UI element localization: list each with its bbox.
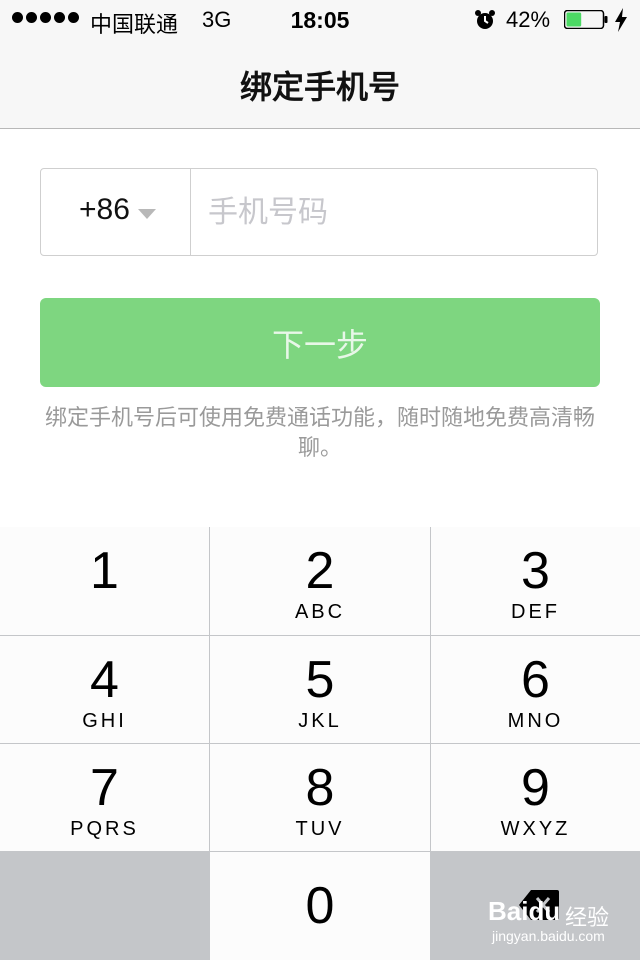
key-9[interactable]: 9 WXYZ xyxy=(431,744,640,851)
key-letters: JKL xyxy=(298,710,342,732)
key-digit: 4 xyxy=(90,651,119,709)
key-4[interactable]: 4 GHI xyxy=(0,636,209,743)
key-letters: MNO xyxy=(507,710,564,732)
phone-number-field-group: +86 xyxy=(40,168,598,256)
key-letters: PQRS xyxy=(70,818,139,840)
key-letters: TUV xyxy=(295,818,345,840)
keypad-blank-key xyxy=(0,852,209,960)
dropdown-arrow-icon xyxy=(138,209,156,219)
key-digit: 2 xyxy=(305,542,335,600)
key-5[interactable]: 5 JKL xyxy=(210,636,430,743)
page-title: 绑定手机号 xyxy=(239,68,400,106)
key-6[interactable]: 6 MNO xyxy=(431,636,640,743)
binding-hint-text: 绑定手机号后可使用免费通话功能，随时随地免费高清畅聊。 xyxy=(44,406,595,461)
country-code-selector[interactable]: +86 xyxy=(41,169,191,255)
key-digit: 1 xyxy=(90,542,119,600)
key-2[interactable]: 2 ABC xyxy=(210,527,430,635)
key-digit: 5 xyxy=(305,651,335,709)
key-digit: 3 xyxy=(521,542,550,600)
key-1[interactable]: 1 xyxy=(0,527,209,635)
baidu-watermark-logo: Baidu xyxy=(488,896,561,926)
key-digit: 9 xyxy=(521,759,550,817)
next-step-button[interactable]: 下一步 xyxy=(40,298,600,387)
key-digit: 0 xyxy=(305,877,335,935)
key-0[interactable]: 0 xyxy=(210,852,430,960)
status-bar: 中国联通 3G 18:05 42% xyxy=(0,0,640,40)
watermark-url: jingyan.baidu.com xyxy=(492,928,605,944)
key-letters: DEF xyxy=(511,601,560,623)
charging-icon xyxy=(615,8,627,32)
key-digit: 6 xyxy=(521,651,550,709)
battery-icon xyxy=(564,10,608,29)
key-7[interactable]: 7 PQRS xyxy=(0,744,209,851)
key-letters: GHI xyxy=(82,710,127,732)
key-3[interactable]: 3 DEF xyxy=(431,527,640,635)
key-letters: ABC xyxy=(294,601,346,623)
key-digit: 8 xyxy=(305,759,335,817)
key-letters: WXYZ xyxy=(500,818,571,840)
battery-percent: 42% xyxy=(506,7,551,32)
key-digit: 7 xyxy=(90,759,119,817)
country-code-label: +86 xyxy=(79,193,130,226)
key-8[interactable]: 8 TUV xyxy=(210,744,430,851)
navigation-bar: 绑定手机号 xyxy=(0,40,640,129)
phone-number-input[interactable] xyxy=(191,169,596,255)
alarm-icon xyxy=(475,10,495,29)
